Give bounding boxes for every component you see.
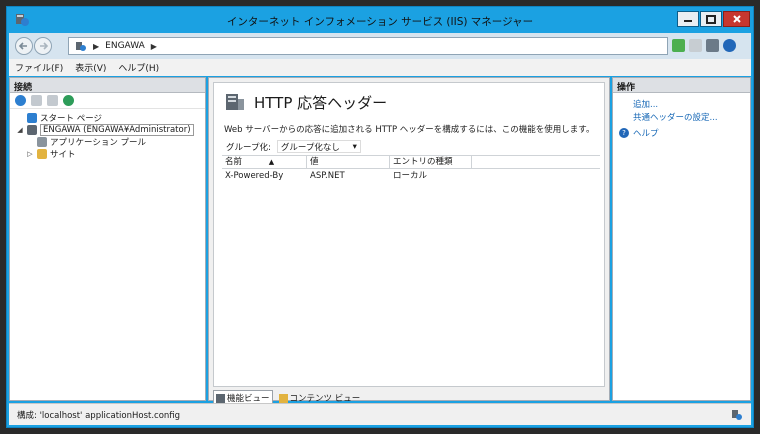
- tree-label: サイト: [50, 150, 76, 160]
- column-header-name[interactable]: 名前 ▲: [222, 156, 307, 168]
- maximize-icon: [706, 14, 716, 24]
- connect-icon[interactable]: [15, 95, 26, 106]
- go-icon[interactable]: [672, 39, 685, 52]
- arrow-right-icon: [40, 42, 49, 50]
- tree-item-start-page[interactable]: スタート ページ: [16, 112, 205, 124]
- table-row[interactable]: X-Powered-By ASP.NET ローカル: [222, 169, 600, 183]
- tree-label: アプリケーション プール: [50, 138, 147, 148]
- add-action-link[interactable]: 追加...: [619, 97, 750, 110]
- group-by-select[interactable]: グループ化なし ▾: [276, 140, 361, 153]
- connections-toolbar: [10, 93, 205, 109]
- column-header-entry-type[interactable]: エントリの種類: [390, 156, 472, 168]
- menu-help[interactable]: ヘルプ(H): [118, 61, 159, 74]
- home-icon[interactable]: [706, 39, 719, 52]
- expand-icon[interactable]: ▷: [26, 150, 34, 158]
- column-header-value[interactable]: 値: [307, 156, 390, 168]
- cell-name: X-Powered-By: [225, 171, 284, 181]
- feature-panel: HTTP 応答ヘッダー Web サーバーからの応答に追加される HTTP ヘッダ…: [213, 82, 605, 387]
- minimize-icon: [684, 20, 692, 22]
- feature-pane: HTTP 応答ヘッダー Web サーバーからの応答に追加される HTTP ヘッダ…: [208, 77, 610, 406]
- tree-item-sites[interactable]: ▷ サイト: [16, 148, 205, 160]
- connections-tree: スタート ページ ◢ ENGAWA (ENGAWA¥Administrator)…: [10, 109, 205, 160]
- cell-value: ASP.NET: [310, 171, 345, 181]
- collapse-icon[interactable]: ◢: [16, 126, 24, 134]
- status-text: 構成: 'localhost' applicationHost.config: [17, 411, 181, 421]
- help-menu-icon[interactable]: [723, 39, 736, 52]
- window-title: インターネット インフォメーション サービス (IIS) マネージャー: [226, 16, 534, 28]
- group-by-label: グループ化:: [226, 142, 271, 153]
- feature-description: Web サーバーからの応答に追加される HTTP ヘッダーを構成するには、この機…: [224, 125, 595, 135]
- start-page-icon: [27, 113, 37, 123]
- menu-bar: ファイル(F) 表示(V) ヘルプ(H): [9, 59, 751, 76]
- stop-icon[interactable]: [689, 39, 702, 52]
- back-button[interactable]: [15, 37, 33, 55]
- tree-label: スタート ページ: [40, 114, 103, 124]
- address-toolbar: [672, 39, 736, 52]
- maximize-button[interactable]: [700, 11, 722, 27]
- forward-button[interactable]: [34, 37, 52, 55]
- server-icon: [27, 125, 37, 135]
- features-view-icon: [216, 393, 225, 403]
- up-level-icon[interactable]: [47, 95, 58, 106]
- close-button[interactable]: [723, 11, 750, 27]
- iis-manager-window: インターネット インフォメーション サービス (IIS) マネージャー ▶ EN…: [6, 6, 754, 428]
- server-icon: [76, 41, 86, 51]
- close-icon: [732, 15, 741, 23]
- help-icon: ?: [619, 127, 629, 138]
- chevron-right-icon[interactable]: ▶: [151, 42, 157, 51]
- arrow-left-icon: [18, 42, 27, 50]
- content-view-icon: [278, 393, 288, 403]
- title-bar: インターネット インフォメーション サービス (IIS) マネージャー: [7, 7, 753, 35]
- sort-asc-icon: ▲: [268, 158, 275, 166]
- chevron-down-icon: ▾: [352, 141, 357, 152]
- connections-pane: 接続 スタート ページ ◢ ENGAWA (ENGAWA¥Administrat…: [9, 77, 206, 401]
- headers-table: 名前 ▲ 値 エントリの種類 X-Powered-By ASP.NET ローカル: [222, 155, 600, 381]
- help-action-link[interactable]: ? ヘルプ: [619, 126, 750, 139]
- http-headers-icon: [226, 94, 244, 110]
- sites-folder-icon: [37, 149, 47, 159]
- actions-list: 追加... 共通ヘッダーの設定... ? ヘルプ: [613, 93, 750, 139]
- minimize-button[interactable]: [677, 11, 699, 27]
- common-headers-link[interactable]: 共通ヘッダーの設定...: [619, 110, 750, 123]
- group-by: グループ化: グループ化なし ▾: [226, 140, 361, 153]
- address-path-segment[interactable]: ENGAWA: [105, 41, 145, 51]
- actions-pane: 操作 追加... 共通ヘッダーの設定... ? ヘルプ: [612, 77, 751, 401]
- tree-item-server[interactable]: ◢ ENGAWA (ENGAWA¥Administrator): [16, 124, 205, 136]
- tree-item-app-pools[interactable]: アプリケーション プール: [16, 136, 205, 148]
- save-icon[interactable]: [31, 95, 42, 106]
- server-status-icon: [732, 410, 742, 420]
- page-title: HTTP 応答ヘッダー: [254, 94, 388, 112]
- menu-file[interactable]: ファイル(F): [15, 61, 63, 74]
- actions-header: 操作: [613, 78, 750, 93]
- app-pool-icon: [37, 137, 47, 147]
- tree-label: ENGAWA (ENGAWA¥Administrator): [40, 124, 194, 136]
- status-bar: 構成: 'localhost' applicationHost.config: [9, 403, 751, 425]
- cell-entry-type: ローカル: [393, 171, 428, 181]
- address-input[interactable]: ▶ ENGAWA ▶: [68, 37, 668, 55]
- address-bar: ▶ ENGAWA ▶: [9, 33, 751, 59]
- table-header: 名前 ▲ 値 エントリの種類: [222, 156, 600, 169]
- desktop-background: インターネット インフォメーション サービス (IIS) マネージャー ▶ EN…: [0, 0, 760, 434]
- connections-header: 接続: [10, 78, 205, 93]
- refresh-icon[interactable]: [63, 95, 74, 106]
- chevron-right-icon: ▶: [93, 41, 100, 51]
- menu-view[interactable]: 表示(V): [75, 61, 106, 74]
